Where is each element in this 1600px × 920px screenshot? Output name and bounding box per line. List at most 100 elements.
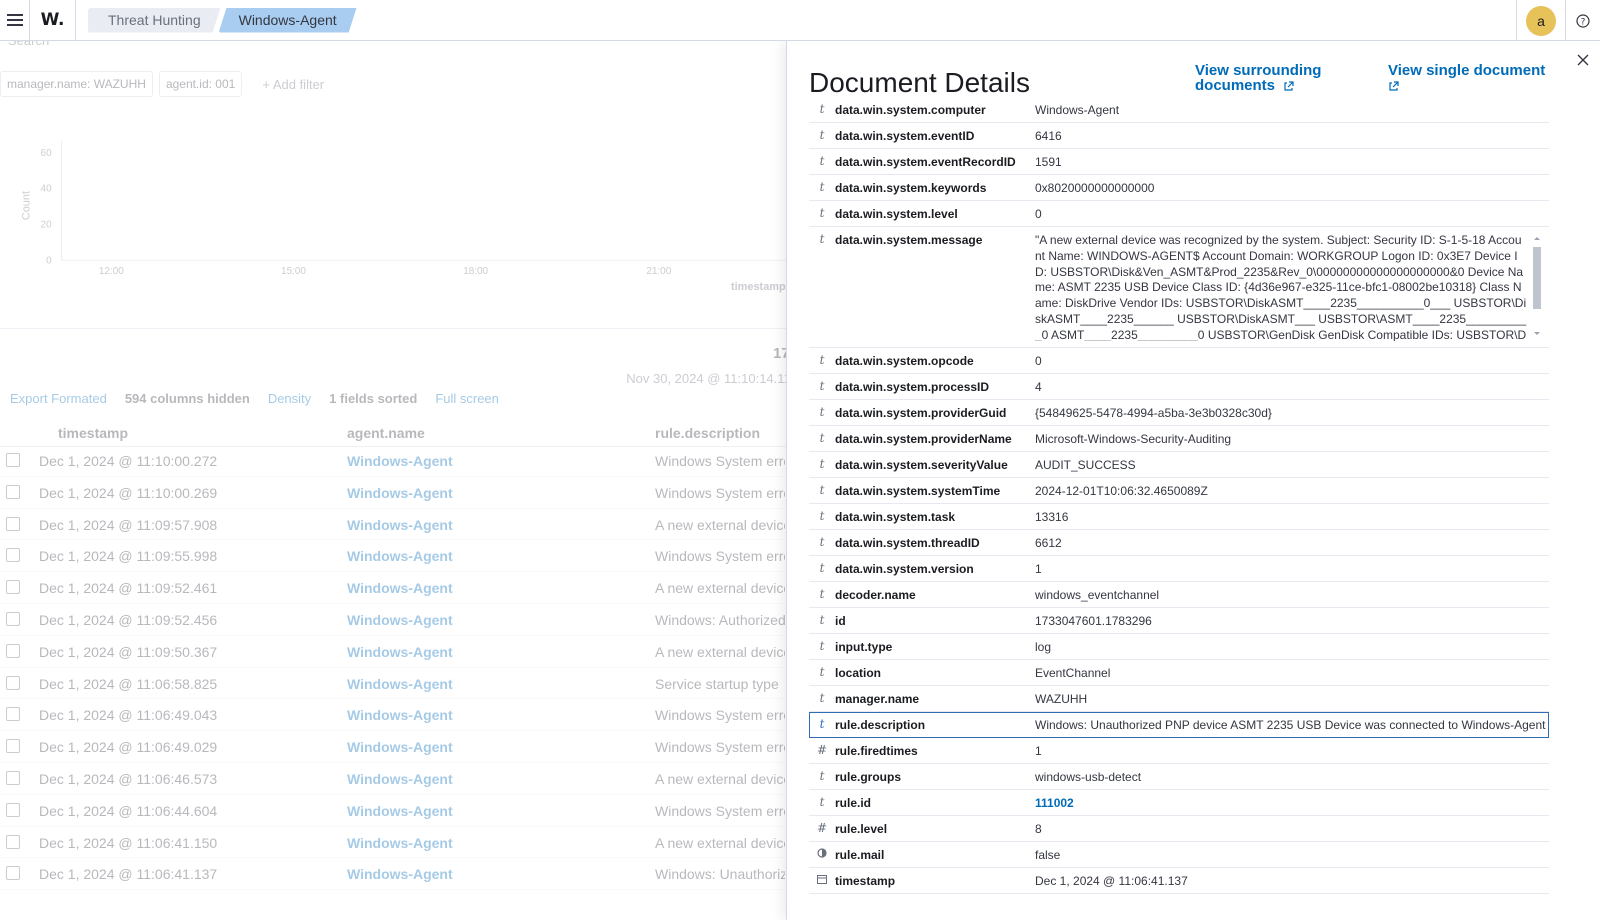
field-row-data-win-system-level[interactable]: t data.win.system.level 0 <box>809 201 1549 227</box>
expand-row-icon[interactable] <box>6 643 20 658</box>
app-logo[interactable]: W. <box>30 0 76 41</box>
field-row-id[interactable]: t id 1733047601.1783296 <box>809 608 1549 634</box>
filter-pill-agent[interactable]: agent.id: 001 <box>158 71 243 97</box>
field-row-location[interactable]: t location EventChannel <box>809 660 1549 686</box>
table-row[interactable]: Dec 1, 2024 @ 11:09:57.908 Windows-Agent A… <box>0 509 800 541</box>
field-row-rule-firedtimes[interactable]: # rule.firedtimes 1 <box>809 738 1549 764</box>
scroll-up-icon[interactable] <box>1532 235 1542 241</box>
table-row[interactable]: Dec 1, 2024 @ 11:06:58.825 Windows-Agent S… <box>0 668 800 700</box>
expand-row-icon[interactable] <box>6 802 20 817</box>
field-row-timestamp[interactable]: timestamp Dec 1, 2024 @ 11:06:41.137 <box>809 868 1549 894</box>
filter-pill-manager[interactable]: manager.name: WAZUHH <box>0 71 153 97</box>
view-surrounding-documents-link[interactable]: View surrounding documents <box>1195 63 1355 93</box>
field-row-data-win-system-processid[interactable]: t data.win.system.processID 4 <box>809 374 1549 400</box>
table-row[interactable]: Dec 1, 2024 @ 11:06:49.043 Windows-Agent W… <box>0 699 800 732</box>
external-link-icon <box>1284 80 1294 91</box>
expand-row-icon[interactable] <box>6 516 20 531</box>
field-row-data-win-system-task[interactable]: t data.win.system.task 13316 <box>809 504 1549 530</box>
table-row[interactable]: Dec 1, 2024 @ 11:09:52.456 Windows-Agent W… <box>0 604 800 636</box>
field-row-data-win-system-version[interactable]: t data.win.system.version 1 <box>809 556 1549 582</box>
table-row[interactable]: Dec 1, 2024 @ 11:10:00.269 Windows-Agent W… <box>0 477 800 509</box>
column-header-agent-name[interactable]: agent.name <box>347 425 425 441</box>
field-name: data.win.system.providerName <box>835 432 1012 446</box>
density-button[interactable]: Density <box>268 391 311 406</box>
add-filter-button[interactable]: + Add filter <box>262 77 324 92</box>
string-type-icon: t <box>819 509 825 523</box>
expand-row-icon[interactable] <box>6 453 20 467</box>
hamburger-menu-button[interactable] <box>0 0 30 41</box>
expand-row-icon[interactable] <box>6 834 20 849</box>
message-scrollbar[interactable] <box>1531 235 1541 341</box>
field-row-rule-id[interactable]: t rule.id 111002 <box>809 790 1549 816</box>
row-agent-name[interactable]: Windows-Agent <box>347 707 453 723</box>
expand-row-icon[interactable] <box>6 548 20 563</box>
table-row[interactable]: Dec 1, 2024 @ 11:10:00.272 Windows-Agent W… <box>0 445 800 477</box>
row-agent-name[interactable]: Windows-Agent <box>347 485 453 501</box>
row-timestamp: Dec 1, 2024 @ 11:10:00.272 <box>39 453 218 469</box>
expand-row-icon[interactable] <box>6 770 20 785</box>
row-agent-name[interactable]: Windows-Agent <box>347 771 453 787</box>
field-row-data-win-system-eventid[interactable]: t data.win.system.eventID 6416 <box>809 123 1549 149</box>
expand-row-icon[interactable] <box>6 484 20 499</box>
sort-button[interactable]: 1 fields sorted <box>329 391 417 406</box>
field-row-data-win-system-keywords[interactable]: t data.win.system.keywords 0x8020000000000… <box>809 175 1549 201</box>
close-flyout-button[interactable] <box>1572 49 1594 71</box>
export-button[interactable]: Export Formated <box>10 391 107 406</box>
row-agent-name[interactable]: Windows-Agent <box>347 676 453 692</box>
field-row-data-win-system-eventrecordid[interactable]: t data.win.system.eventRecordID 1591 <box>809 149 1549 175</box>
expand-row-icon[interactable] <box>6 580 20 595</box>
scroll-down-icon[interactable] <box>1532 331 1542 337</box>
table-row[interactable]: Dec 1, 2024 @ 11:09:52.461 Windows-Agent A… <box>0 572 800 604</box>
columns-button[interactable]: 594 columns hidden <box>125 391 250 406</box>
field-value-link[interactable]: 111002 <box>1035 796 1074 810</box>
table-row[interactable]: Dec 1, 2024 @ 11:06:44.604 Windows-Agent W… <box>0 795 800 827</box>
expand-row-icon[interactable] <box>6 675 20 690</box>
field-row-rule-level[interactable]: # rule.level 8 <box>809 816 1549 842</box>
row-agent-name[interactable]: Windows-Agent <box>347 517 453 533</box>
fullscreen-button[interactable]: Full screen <box>435 391 499 406</box>
row-agent-name[interactable]: Windows-Agent <box>347 612 453 628</box>
breadcrumb-windows-agent[interactable]: Windows-Agent <box>219 8 357 33</box>
row-agent-name[interactable]: Windows-Agent <box>347 644 453 660</box>
field-row-data-win-system-threadid[interactable]: t data.win.system.threadID 6612 <box>809 530 1549 556</box>
column-header-timestamp[interactable]: timestamp <box>58 425 128 441</box>
field-row-data-win-system-opcode[interactable]: t data.win.system.opcode 0 <box>809 348 1549 374</box>
row-agent-name[interactable]: Windows-Agent <box>347 803 453 819</box>
row-agent-name[interactable]: Windows-Agent <box>347 453 453 469</box>
string-type-icon: t <box>819 691 825 705</box>
field-name: data.win.system.threadID <box>835 536 980 550</box>
field-row-rule-description[interactable]: t rule.description Windows: Unauthorized P… <box>809 712 1549 738</box>
field-row-data-win-system-computer[interactable]: t data.win.system.computer Windows-Agent <box>809 97 1549 123</box>
breadcrumb-threat-hunting[interactable]: Threat Hunting <box>88 8 221 33</box>
table-row[interactable]: Dec 1, 2024 @ 11:06:49.029 Windows-Agent W… <box>0 731 800 763</box>
view-single-document-link[interactable]: View single document <box>1388 63 1568 93</box>
expand-row-icon[interactable] <box>6 739 20 754</box>
table-row[interactable]: Dec 1, 2024 @ 11:06:41.137 Windows-Agent W… <box>0 858 800 891</box>
field-row-data-win-system-providerguid[interactable]: t data.win.system.providerGuid {54849625-5… <box>809 400 1549 426</box>
field-row-data-win-system-providername[interactable]: t data.win.system.providerName Microsoft-W… <box>809 426 1549 452</box>
expand-row-icon[interactable] <box>6 866 20 881</box>
table-row[interactable]: Dec 1, 2024 @ 11:06:46.573 Windows-Agent A… <box>0 763 800 795</box>
row-agent-name[interactable]: Windows-Agent <box>347 548 453 564</box>
table-row[interactable]: Dec 1, 2024 @ 11:09:50.367 Windows-Agent A… <box>0 636 800 668</box>
table-row[interactable]: Dec 1, 2024 @ 11:09:55.998 Windows-Agent W… <box>0 540 800 573</box>
row-agent-name[interactable]: Windows-Agent <box>347 835 453 851</box>
field-row-input-type[interactable]: t input.type log <box>809 634 1549 660</box>
field-row-rule-mail[interactable]: rule.mail false <box>809 842 1549 868</box>
field-row-manager-name[interactable]: t manager.name WAZUHH <box>809 686 1549 712</box>
field-row-data-win-system-severityvalue[interactable]: t data.win.system.severityValue AUDIT_SUCC… <box>809 452 1549 478</box>
row-agent-name[interactable]: Windows-Agent <box>347 580 453 596</box>
field-row-data-win-system-systemtime[interactable]: t data.win.system.systemTime 2024-12-01T10… <box>809 478 1549 504</box>
help-button[interactable]: ? <box>1566 0 1600 41</box>
scrollbar-thumb[interactable] <box>1533 247 1541 309</box>
user-menu-button[interactable]: a <box>1516 0 1566 41</box>
row-agent-name[interactable]: Windows-Agent <box>347 739 453 755</box>
field-row-rule-groups[interactable]: t rule.groups windows-usb-detect <box>809 764 1549 790</box>
table-row[interactable]: Dec 1, 2024 @ 11:06:41.150 Windows-Agent A… <box>0 827 800 859</box>
expand-row-icon[interactable] <box>6 611 20 626</box>
field-row-decoder-name[interactable]: t decoder.name windows_eventchannel <box>809 582 1549 608</box>
column-header-rule-description[interactable]: rule.description <box>655 425 760 441</box>
field-row-data-win-system-message[interactable]: t data.win.system.message "A new external … <box>809 227 1549 348</box>
row-agent-name[interactable]: Windows-Agent <box>347 866 453 882</box>
expand-row-icon[interactable] <box>6 707 20 722</box>
